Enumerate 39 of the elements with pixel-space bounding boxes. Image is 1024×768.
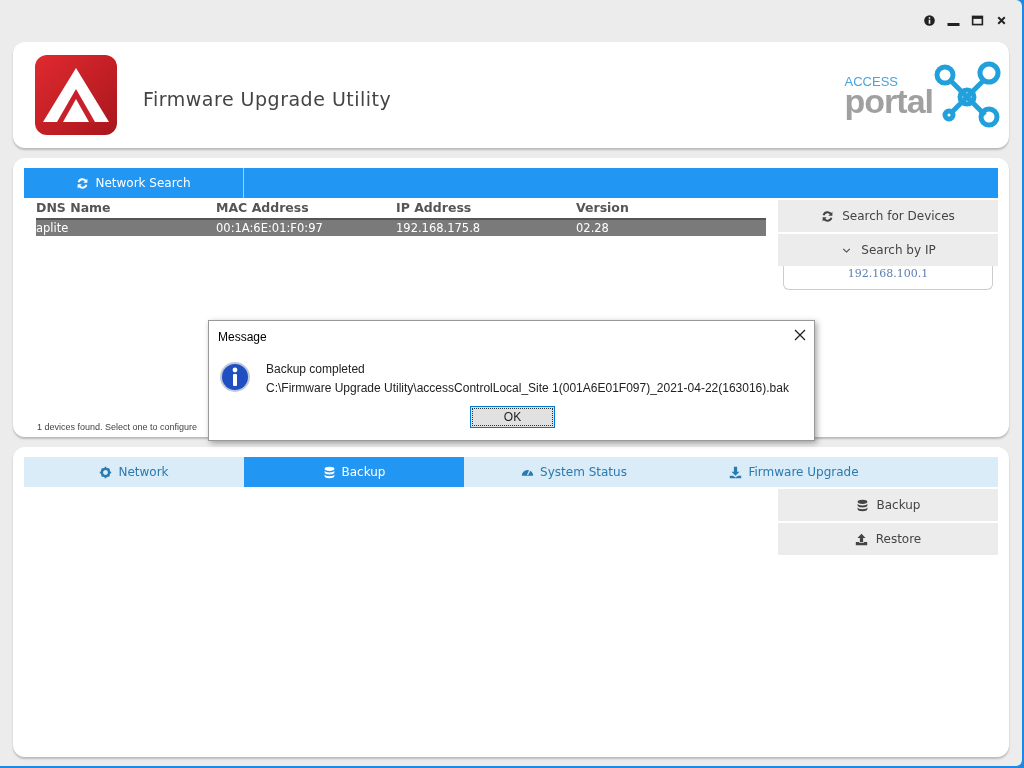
dialog-title: Message — [218, 329, 267, 346]
network-nodes-icon — [933, 61, 1001, 129]
upload-icon — [854, 532, 868, 546]
table-cell-text: 192.168.175.8 — [396, 220, 482, 236]
download-icon — [729, 465, 743, 479]
message-text: C:\Firmware Upgrade Utility\accessControlLocal_Site 1(001A6E01F097)_2021-04-22(163016).bak — [266, 380, 789, 397]
action-button[interactable]: Search by IP — [778, 234, 998, 266]
maximize-button[interactable] — [971, 14, 985, 28]
info-icon — [219, 361, 251, 393]
ip-address-field[interactable]: 192.168.100.1 — [783, 266, 993, 290]
info-icon — [923, 14, 936, 27]
message-text: Backup completed — [266, 361, 366, 378]
gear-icon — [99, 465, 113, 479]
column-header: MAC Address — [216, 199, 310, 217]
close-icon — [995, 14, 1008, 27]
table-cell-text: 00:1A:6E:01:F0:97 — [216, 220, 324, 236]
table-cell-text: aplite — [36, 220, 70, 236]
minimize-icon — [947, 23, 960, 26]
close-button[interactable] — [792, 327, 808, 343]
tab[interactable]: Backup — [244, 457, 464, 487]
app-title: Firmware Upgrade Utility — [143, 86, 392, 112]
column-header: IP Address — [396, 199, 473, 217]
maximize-icon — [971, 14, 984, 27]
ok-button[interactable]: OK — [470, 406, 555, 428]
table-row[interactable]: aplite 00:1A:6E:01:F0:97 192.168.175.8 02.28 — [36, 218, 766, 236]
status-text: 1 devices found. Select one to configure — [37, 420, 198, 434]
column-header: DNS Name — [36, 199, 112, 217]
action-button[interactable]: Backup — [778, 489, 998, 521]
refresh-icon — [821, 209, 835, 223]
action-button[interactable]: Restore — [778, 523, 998, 555]
brand-text: ACCESS — [844, 74, 899, 88]
column-header: Version — [576, 199, 630, 217]
app-logo-icon — [35, 55, 117, 135]
info-button[interactable] — [923, 14, 937, 28]
table-cell-text: 02.28 — [576, 220, 610, 236]
database-icon — [855, 498, 869, 512]
database-icon — [322, 465, 336, 479]
refresh-icon — [76, 176, 90, 190]
action-button[interactable]: Search for Devices — [778, 200, 998, 232]
